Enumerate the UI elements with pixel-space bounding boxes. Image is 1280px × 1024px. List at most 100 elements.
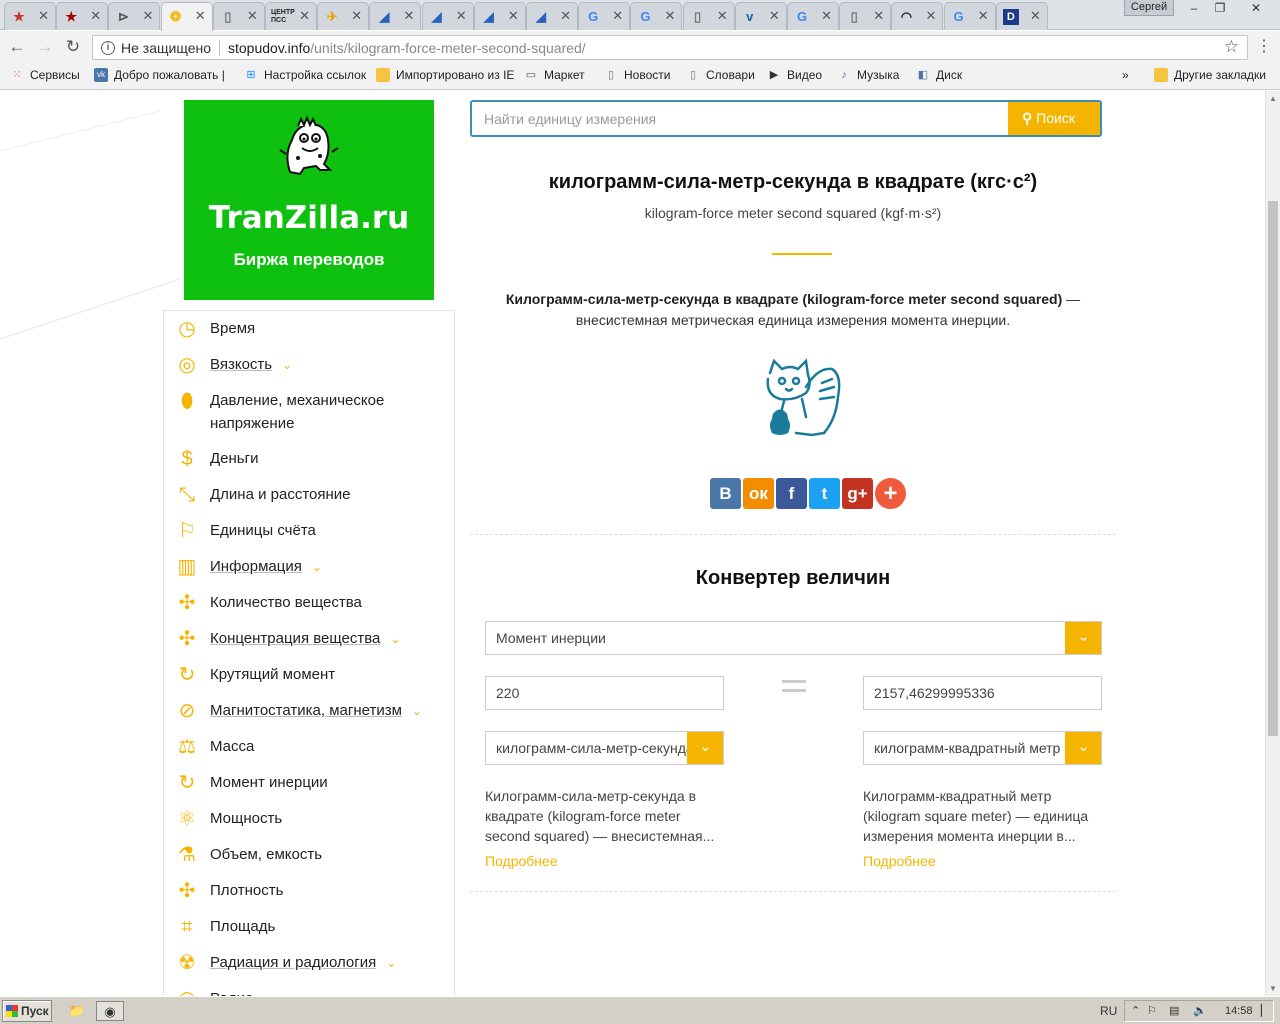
sidebar-item-label[interactable]: Давление, механическое: [210, 392, 384, 409]
close-tab-icon[interactable]: ✕: [195, 9, 206, 23]
url-path[interactable]: /units/kilogram-force-meter-second-squar…: [310, 40, 585, 56]
sidebar-item[interactable]: ⚖ Масса: [173, 735, 254, 761]
close-tab-icon[interactable]: ✕: [456, 9, 467, 23]
sidebar-item-label[interactable]: Крутящий момент: [210, 666, 335, 683]
browser-tab[interactable]: ⊳ ✕: [108, 2, 161, 30]
bookmark-item[interactable]: ◧ Диск: [916, 68, 962, 82]
sidebar-item[interactable]: ⚛ Мощность: [173, 807, 282, 833]
close-tab-icon[interactable]: ✕: [560, 9, 571, 23]
explorer-icon[interactable]: 📁: [66, 1001, 88, 1021]
close-tab-icon[interactable]: ✕: [978, 9, 989, 23]
sidebar-item-label[interactable]: Момент инерции: [210, 774, 328, 791]
chrome-taskbar-icon[interactable]: ◉: [96, 1001, 124, 1021]
sidebar-item[interactable]: $ Деньги: [173, 447, 258, 473]
sidebar-item-label[interactable]: Информация: [210, 558, 302, 575]
ad-banner[interactable]: TranZilla.ru Биржа переводов: [184, 100, 434, 300]
chevron-down-icon[interactable]: ⌄: [1065, 732, 1101, 764]
bookmark-item[interactable]: ▶ Видео: [767, 68, 822, 82]
sidebar-item[interactable]: ⚐ Единицы счёта: [173, 519, 316, 545]
close-tab-icon[interactable]: ✕: [508, 9, 519, 23]
sidebar-item[interactable]: ◷ Время: [173, 317, 255, 343]
other-bookmarks[interactable]: Другие закладки: [1154, 68, 1266, 82]
close-tab-icon[interactable]: ✕: [612, 9, 623, 23]
chevron-down-icon[interactable]: ⌄: [390, 632, 400, 646]
sidebar-item-label[interactable]: Магнитостатика, магнетизм: [210, 702, 402, 719]
close-tab-icon[interactable]: ✕: [351, 9, 362, 23]
from-unit-value[interactable]: килограмм-сила-метр-секунда: [496, 740, 694, 756]
url-host[interactable]: stopudov.info: [228, 40, 310, 56]
sidebar-item-label[interactable]: Концентрация вещества: [210, 630, 380, 647]
sidebar-item-label[interactable]: Масса: [210, 738, 254, 755]
network-icon[interactable]: ▤: [1169, 1001, 1179, 1021]
chevron-down-icon[interactable]: ⌄: [312, 560, 322, 574]
browser-tab[interactable]: v ✕: [734, 2, 787, 30]
to-unit-select[interactable]: килограмм-квадратный метр ⌄: [863, 731, 1102, 765]
volume-icon[interactable]: 🔈: [1193, 1001, 1207, 1021]
flag-icon[interactable]: ⚐: [1147, 1001, 1157, 1021]
back-icon[interactable]: ←: [6, 37, 28, 59]
browser-tab[interactable]: D ✕: [995, 2, 1048, 30]
close-tab-icon[interactable]: ✕: [821, 9, 832, 23]
sidebar-item[interactable]: ☢ Радиация и радиология ⌄: [173, 951, 396, 977]
sidebar-item[interactable]: ⌗ Площадь: [173, 915, 275, 941]
ad-brand[interactable]: TranZilla.ru: [184, 200, 434, 236]
browser-tab[interactable]: ◢ ✕: [369, 2, 422, 30]
odnoklassniki-icon[interactable]: ок: [743, 478, 774, 509]
bookmark-item[interactable]: vk Добро пожаловать |: [94, 68, 225, 82]
to-unit-value[interactable]: килограмм-квадратный метр: [874, 740, 1060, 756]
vk-icon[interactable]: В: [710, 478, 741, 509]
chevron-down-icon[interactable]: ⌄: [1065, 622, 1101, 654]
sidebar-item-label[interactable]: Объем, емкость: [210, 846, 322, 863]
bookmark-item[interactable]: ▯ Словари: [686, 68, 755, 82]
browser-tab[interactable]: G ✕: [630, 2, 683, 30]
from-unit-select[interactable]: килограмм-сила-метр-секунда ⌄: [485, 731, 724, 765]
address-bar[interactable]: i Не защищено stopudov.info/units/kilogr…: [92, 35, 1248, 60]
browser-tab[interactable]: ▯ ✕: [682, 2, 735, 30]
chevron-down-icon[interactable]: ⌄: [282, 358, 292, 372]
browser-tab[interactable]: ◢ ✕: [526, 2, 578, 30]
google-plus-icon[interactable]: g+: [842, 478, 873, 509]
sidebar-item[interactable]: ◠Радио: [173, 987, 253, 996]
sidebar-item-label[interactable]: Вязкость: [210, 356, 272, 373]
ad-tagline[interactable]: Биржа переводов: [184, 250, 434, 270]
more-bookmarks-button[interactable]: »: [1122, 68, 1129, 82]
quantity-select-value[interactable]: Момент инерции: [496, 630, 606, 646]
browser-tab[interactable]: ◢ ✕: [421, 2, 474, 30]
browser-tab[interactable]: ▯ ✕: [839, 2, 892, 30]
sidebar-item-label[interactable]: Длина и расстояние: [210, 486, 351, 503]
browser-tab[interactable]: ★ ✕: [56, 2, 109, 30]
browser-tab[interactable]: ▯ ✕: [212, 2, 265, 30]
sidebar-item-label[interactable]: Плотность: [210, 882, 283, 899]
scrollbar-thumb[interactable]: [1268, 201, 1278, 736]
sidebar-item[interactable]: ◎ Вязкость ⌄: [173, 353, 292, 379]
sidebar-item-label[interactable]: Деньги: [210, 450, 258, 467]
profile-button[interactable]: Сергей: [1124, 0, 1174, 16]
quantity-select[interactable]: Момент инерции ⌄: [485, 621, 1102, 655]
close-tab-icon[interactable]: ✕: [247, 9, 258, 23]
browser-tab[interactable]: ◠ ✕: [891, 2, 944, 30]
sidebar-item[interactable]: ⚗ Объем, емкость: [173, 843, 322, 869]
clock-time[interactable]: 14:58: [1225, 1001, 1253, 1021]
scroll-down-icon[interactable]: ▼: [1269, 984, 1277, 993]
browser-tab[interactable]: G ✕: [578, 2, 631, 30]
to-more-link[interactable]: Подробнее: [863, 853, 936, 869]
browser-tab[interactable]: ✈ ✕: [317, 2, 370, 30]
chevron-down-icon[interactable]: ⌄: [386, 956, 396, 970]
sidebar-item-label[interactable]: Радиация и радиология: [210, 954, 376, 971]
security-label[interactable]: Не защищено: [121, 40, 211, 56]
browser-tab[interactable]: G ✕: [943, 2, 996, 30]
sidebar-item-label[interactable]: Мощность: [210, 810, 282, 827]
browser-tab[interactable]: ❂ ✕: [160, 2, 213, 31]
browser-tab[interactable]: G ✕: [787, 2, 839, 30]
sidebar-item[interactable]: ▥ Информация ⌄: [173, 555, 322, 581]
close-tab-icon[interactable]: ✕: [925, 9, 936, 23]
chevron-down-icon[interactable]: ⌄: [412, 704, 422, 718]
facebook-icon[interactable]: f: [776, 478, 807, 509]
bookmark-item[interactable]: ⁙ Сервисы: [10, 68, 79, 82]
close-tab-icon[interactable]: ✕: [873, 9, 884, 23]
close-tab-icon[interactable]: ✕: [299, 9, 310, 23]
browser-tab[interactable]: ★ ✕: [4, 2, 56, 30]
minimize-button[interactable]: –: [1182, 0, 1206, 18]
from-more-link[interactable]: Подробнее: [485, 853, 558, 869]
search-input[interactable]: [472, 102, 1012, 135]
